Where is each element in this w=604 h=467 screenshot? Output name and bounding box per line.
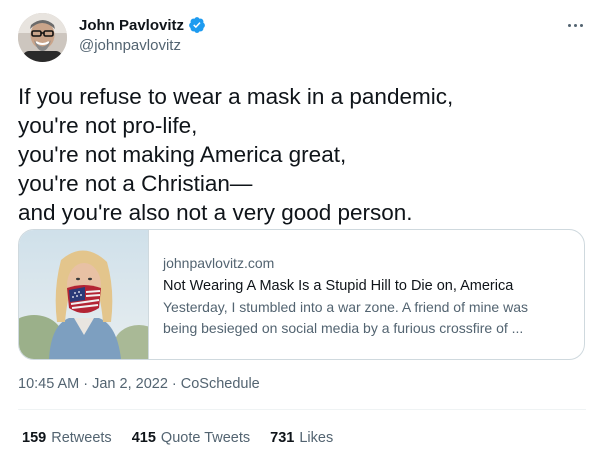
avatar-photo: [18, 13, 67, 62]
tweet-source[interactable]: CoSchedule: [181, 376, 260, 392]
likes-stat[interactable]: 731 Likes: [270, 430, 333, 446]
quote-tweets-stat[interactable]: 415 Quote Tweets: [132, 430, 250, 446]
retweets-count: 159: [22, 430, 47, 446]
tweet-meta: 10:45 AM · Jan 2, 2022 · CoSchedule: [18, 376, 260, 392]
link-card-domain: johnpavlovitz.com: [163, 255, 275, 271]
link-card-image: [19, 230, 149, 359]
tweet: John Pavlovitz @johnpavlovitz If you ref…: [0, 0, 604, 467]
link-card-description: Yesterday, I stumbled into a war zone. A…: [163, 299, 528, 336]
meta-separator: ·: [171, 376, 177, 392]
likes-count: 731: [270, 430, 295, 446]
link-preview-card[interactable]: johnpavlovitz.com Not Wearing A Mask Is …: [18, 229, 585, 360]
link-card-title: Not Wearing A Mask Is a Stupid Hill to D…: [163, 278, 514, 294]
verified-badge-icon: [188, 16, 206, 34]
link-card-body: johnpavlovitz.com Not Wearing A Mask Is …: [163, 253, 573, 339]
meta-separator: ·: [83, 376, 89, 392]
tweet-time[interactable]: 10:45 AM: [18, 376, 79, 392]
avatar[interactable]: [18, 13, 67, 62]
more-options-icon[interactable]: [566, 17, 586, 33]
author-display-name[interactable]: John Pavlovitz: [79, 17, 184, 34]
divider: [18, 409, 586, 410]
quote-tweets-count: 415: [131, 430, 156, 446]
author-handle[interactable]: @johnpavlovitz: [79, 37, 181, 54]
tweet-text: If you refuse to wear a mask in a pandem…: [18, 84, 454, 225]
likes-label: Likes: [299, 430, 334, 446]
quote-tweets-label: Quote Tweets: [160, 430, 251, 446]
retweets-stat[interactable]: 159 Retweets: [22, 430, 112, 446]
retweets-label: Retweets: [51, 430, 112, 446]
tweet-stats: 159 Retweets 415 Quote Tweets 731 Likes: [22, 430, 333, 446]
author-name-row[interactable]: John Pavlovitz: [79, 15, 206, 35]
tweet-date[interactable]: Jan 2, 2022: [92, 376, 168, 392]
